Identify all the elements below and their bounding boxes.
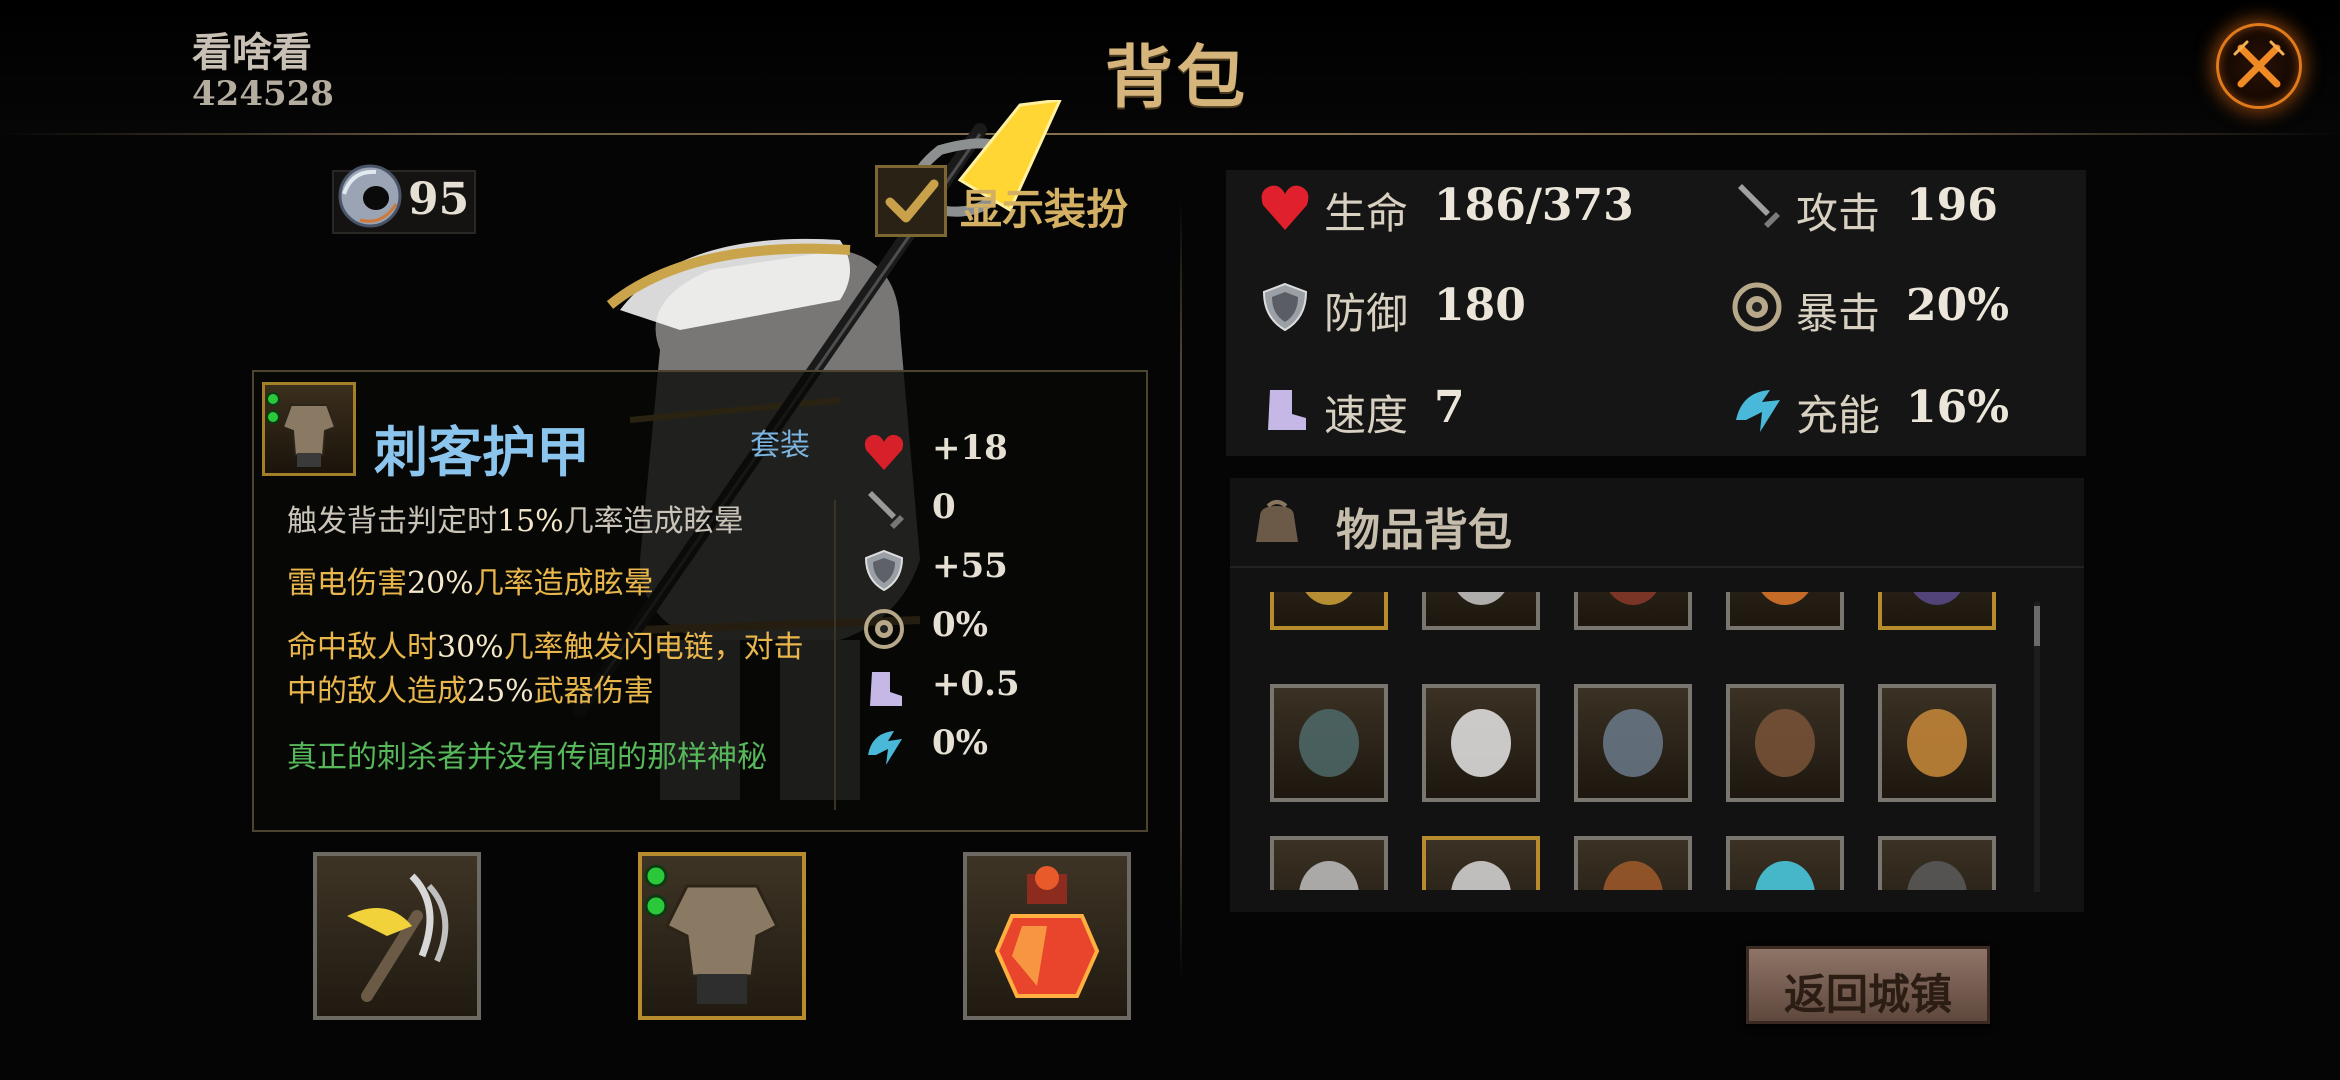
item-icon [1755,861,1815,890]
item-effect-1: 触发背击判定时15%几率造成眩晕 [287,504,744,539]
item-icon [1451,861,1511,890]
item-icon [1913,592,1961,605]
equipment-slot-weapon[interactable] [313,852,481,1020]
item-stat-attack: 0 [862,483,1122,541]
item-stat-hp: +18 [862,424,1122,482]
inventory-scrollbar-thumb[interactable] [2034,606,2040,646]
return-to-town-button[interactable]: 返回城镇 [1746,946,1990,1024]
item-icon [1603,861,1663,890]
boot-icon [1268,390,1306,430]
bag-icon [1250,496,1304,550]
inventory-slot[interactable] [1878,836,1996,890]
heart-icon [1261,185,1309,230]
item-stat-crit: 0% [862,601,1122,659]
equipment-slot-armor[interactable] [638,852,806,1020]
sword-icon [868,491,904,529]
show-outfit-label: 显示装扮 [960,185,1129,234]
inventory-slot[interactable] [1574,836,1692,890]
energy-icon [868,731,902,765]
item-icon [1609,592,1657,605]
armor-icon [644,864,780,1004]
inventory-slot[interactable] [1270,684,1388,802]
player-id: 424528 [192,74,334,114]
inventory-slot[interactable] [1422,684,1540,802]
claw-weapon-icon [347,873,449,1002]
player-name: 看啥看 [192,29,312,76]
header-divider [0,133,2340,135]
inventory-grid[interactable] [1262,592,2022,890]
inventory-slot[interactable] [1270,836,1388,890]
currency-value: 95 [408,174,470,225]
potion-icon [994,866,1100,998]
main-divider [1180,200,1182,980]
item-icon [1299,861,1359,890]
stat-crit: 暴击 20% [1730,276,2130,338]
inventory-slot[interactable] [1422,592,1540,630]
item-icon [1603,709,1663,777]
inventory-slot[interactable] [1878,592,1996,630]
inventory-slot[interactable] [1726,592,1844,630]
stat-hp: 生命 186/373 [1258,176,1658,238]
item-name: 刺客护甲 [374,420,590,484]
item-effect-2: 雷电伤害20%几率造成眩晕 [287,566,654,601]
inventory-slot[interactable] [1574,684,1692,802]
item-icon [1305,592,1353,605]
item-flavor-text: 真正的刺杀者并没有传闻的那样神秘 [287,740,767,775]
item-panel-divider [834,500,836,810]
energy-icon [1736,390,1780,432]
close-button[interactable] [2216,23,2302,109]
item-stat-energy: 0% [862,719,1122,777]
item-icon [1761,592,1809,605]
stat-attack: 攻击 196 [1730,176,2130,238]
item-icon [1907,861,1967,890]
shield-icon [864,549,904,592]
inventory-header-divider [1230,566,2084,568]
item-icon [1755,709,1815,777]
sword-icon [1738,184,1780,228]
inventory-title: 物品背包 [1336,505,1512,556]
item-set-tag[interactable]: 套装 [750,420,810,464]
equipment-slot-potion[interactable] [963,852,1131,1020]
item-icon [1451,709,1511,777]
inventory-slot[interactable] [1726,836,1844,890]
inventory-slot[interactable] [1878,684,1996,802]
crossed-swords-close-icon [2233,40,2285,88]
check-icon [885,179,939,223]
stat-defense: 防御 180 [1258,276,1658,338]
inventory-slot[interactable] [1270,592,1388,630]
show-outfit-checkbox[interactable] [875,165,947,237]
page-title: 背包 [1105,38,1250,118]
crit-icon [1732,282,1782,332]
boot-icon [870,672,902,706]
item-icon [1907,709,1967,777]
inventory-slot[interactable] [1422,836,1540,890]
shield-icon [1262,282,1308,332]
item-effect-3: 命中敌人时30%几率触发闪电链，对击中的敌人造成25%武器伤害 [287,630,804,709]
ring-currency-icon [330,160,410,244]
stat-speed: 速度 7 [1258,378,1658,440]
item-stat-defense: +55 [862,542,1122,600]
item-stat-speed: +0.5 [862,660,1122,718]
inventory-slot[interactable] [1574,592,1692,630]
crit-icon [864,609,904,649]
return-to-town-label: 返回城镇 [1783,970,1952,1019]
stat-energy: 充能 16% [1730,378,2130,440]
armor-icon [266,392,337,467]
item-icon [1457,592,1505,605]
inventory-slot[interactable] [1726,684,1844,802]
heart-icon [864,434,904,470]
item-icon [1299,709,1359,777]
item-armor-thumbnail [262,382,356,476]
